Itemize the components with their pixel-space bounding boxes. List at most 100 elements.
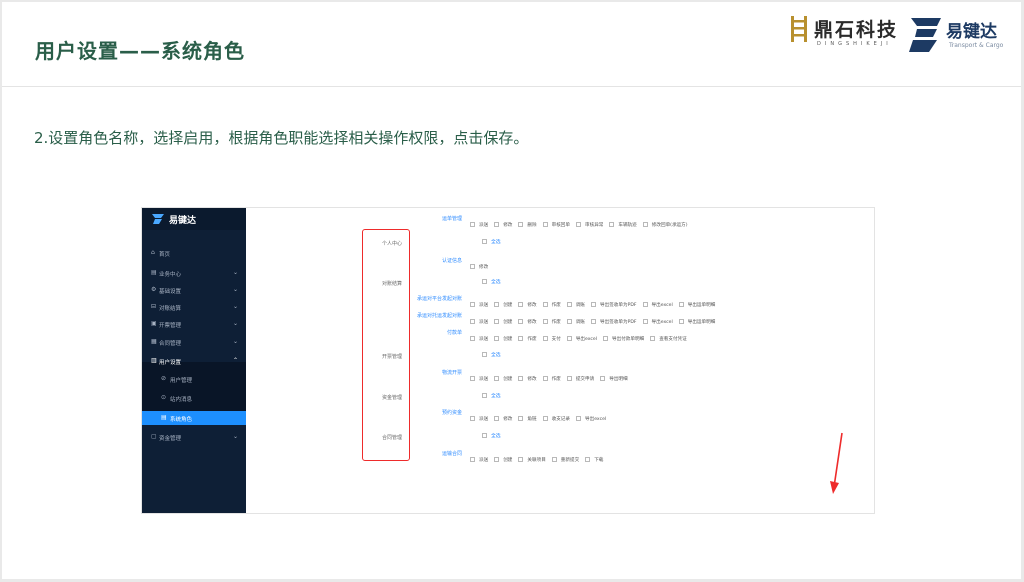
sidebar-item[interactable]: ⌂ 首页 [142,246,246,260]
permission-checkbox[interactable]: 作废 [518,335,537,342]
select-all-checkbox[interactable]: 全选 [482,351,501,358]
checkbox-icon[interactable] [470,221,475,227]
select-all-checkbox[interactable]: 全选 [482,392,501,399]
checkbox-icon[interactable] [603,335,609,341]
checkbox-icon[interactable] [566,335,572,341]
checkbox-icon[interactable] [542,415,548,421]
permission-checkbox[interactable]: 创建 [494,375,512,382]
sidebar-item[interactable]: ▤ 业务中心 ⌄ [142,266,246,280]
checkbox-icon[interactable] [518,301,524,307]
permission-checkbox[interactable]: 关联项目 [518,456,546,463]
permission-checkbox[interactable]: 修改回单(承运方) [642,221,688,228]
sidebar-item[interactable]: ▣ 开票管理 ⌄ [142,317,246,331]
checkbox-icon[interactable] [609,221,615,227]
permission-checkbox[interactable]: 导出付款单明细 [603,335,644,342]
permission-checkbox[interactable]: 创建 [494,318,512,325]
checkbox-icon[interactable] [591,318,597,324]
checkbox-icon[interactable] [642,301,648,307]
checkbox-icon[interactable] [518,335,524,341]
permission-checkbox[interactable]: 查看支付凭证 [650,335,687,342]
permission-checkbox[interactable]: 作废 [542,318,561,325]
permission-checkbox[interactable]: 修改 [470,263,488,270]
permission-checkbox[interactable]: 重新提交 [551,456,579,463]
sidebar-item[interactable]: ▥ 用户设置 ⌃ [142,354,246,368]
permission-checkbox[interactable]: 修改 [518,301,537,308]
permission-checkbox[interactable]: 导出excel [642,301,673,308]
checkbox-icon[interactable] [642,221,648,227]
checkbox-icon[interactable] [518,221,524,227]
checkbox-icon[interactable] [482,239,487,244]
permission-checkbox[interactable]: 导出运单明细 [678,301,715,308]
permission-checkbox[interactable]: 修改 [494,221,512,228]
checkbox-icon[interactable] [494,375,500,381]
checkbox-icon[interactable] [566,375,572,381]
permission-checkbox[interactable]: 调账 [566,301,585,308]
checkbox-icon[interactable] [470,263,475,269]
checkbox-icon[interactable] [494,456,500,462]
permission-checkbox[interactable]: 导出excel [642,318,673,325]
permission-checkbox[interactable]: 派送 [470,456,488,463]
checkbox-icon[interactable] [470,335,475,341]
checkbox-icon[interactable] [542,335,548,341]
checkbox-icon[interactable] [591,301,597,307]
permission-checkbox[interactable]: 创建 [494,335,512,342]
permission-checkbox[interactable]: 收支记录 [542,415,570,422]
permission-checkbox[interactable]: 派送 [470,318,488,325]
permission-checkbox[interactable]: 导出excel [576,415,606,422]
permission-checkbox[interactable]: 导出excel [566,335,597,342]
sidebar-item[interactable]: ⊘ 用户管理 [142,372,246,386]
checkbox-icon[interactable] [470,318,475,324]
checkbox-icon[interactable] [494,221,500,227]
permission-checkbox[interactable]: 支付 [542,335,561,342]
permission-checkbox[interactable]: 提交申请 [566,375,594,382]
permission-checkbox[interactable]: 导出签收单为PDF [591,301,637,308]
sidebar-item[interactable]: ⊙ 站内消息 [142,391,246,405]
checkbox-icon[interactable] [518,456,524,462]
sidebar-item[interactable]: ▢ 资金管理 ⌄ [142,430,246,444]
checkbox-icon[interactable] [494,301,500,307]
permission-checkbox[interactable]: 车辆轨迹 [609,221,637,228]
permission-checkbox[interactable]: 修改 [518,375,537,382]
sidebar-item[interactable]: ⊟ 对账结算 ⌄ [142,300,246,314]
permission-checkbox[interactable]: 审核回单 [542,221,570,228]
permission-checkbox[interactable]: 修改 [494,415,512,422]
checkbox-icon[interactable] [518,375,524,381]
checkbox-icon[interactable] [678,318,684,324]
permission-checkbox[interactable]: 创建 [494,301,512,308]
checkbox-icon[interactable] [482,352,487,357]
checkbox-icon[interactable] [482,393,487,398]
permission-checkbox[interactable]: 导出签收单为PDF [591,318,637,325]
select-all-checkbox[interactable]: 全选 [482,278,501,285]
permission-checkbox[interactable]: 派送 [470,335,488,342]
checkbox-icon[interactable] [518,318,524,324]
permission-checkbox[interactable]: 作废 [542,375,561,382]
permission-checkbox[interactable]: 导出明细 [600,375,628,382]
permission-checkbox[interactable]: 删除 [518,221,537,228]
checkbox-icon[interactable] [566,301,572,307]
checkbox-icon[interactable] [542,318,548,324]
checkbox-icon[interactable] [566,318,572,324]
select-all-checkbox[interactable]: 全选 [482,238,501,245]
permission-checkbox[interactable]: 派送 [470,415,488,422]
permission-checkbox[interactable]: 审核异常 [576,221,603,228]
checkbox-icon[interactable] [494,318,500,324]
checkbox-icon[interactable] [551,456,557,462]
checkbox-icon[interactable] [494,335,500,341]
permission-checkbox[interactable]: 修改 [518,318,537,325]
checkbox-icon[interactable] [470,301,475,307]
permission-checkbox[interactable]: 派送 [470,221,488,228]
checkbox-icon[interactable] [542,221,548,227]
checkbox-icon[interactable] [678,301,684,307]
checkbox-icon[interactable] [470,415,475,421]
checkbox-icon[interactable] [585,456,591,462]
checkbox-icon[interactable] [470,456,475,462]
checkbox-icon[interactable] [576,221,581,227]
checkbox-icon[interactable] [494,415,500,421]
permission-checkbox[interactable]: 下载 [585,456,603,463]
checkbox-icon[interactable] [642,318,648,324]
checkbox-icon[interactable] [542,301,548,307]
select-all-checkbox[interactable]: 全选 [482,432,501,439]
checkbox-icon[interactable] [482,433,487,438]
sidebar-item[interactable]: ⚙ 基础设置 ⌄ [142,283,246,297]
permission-checkbox[interactable]: 派送 [470,375,488,382]
